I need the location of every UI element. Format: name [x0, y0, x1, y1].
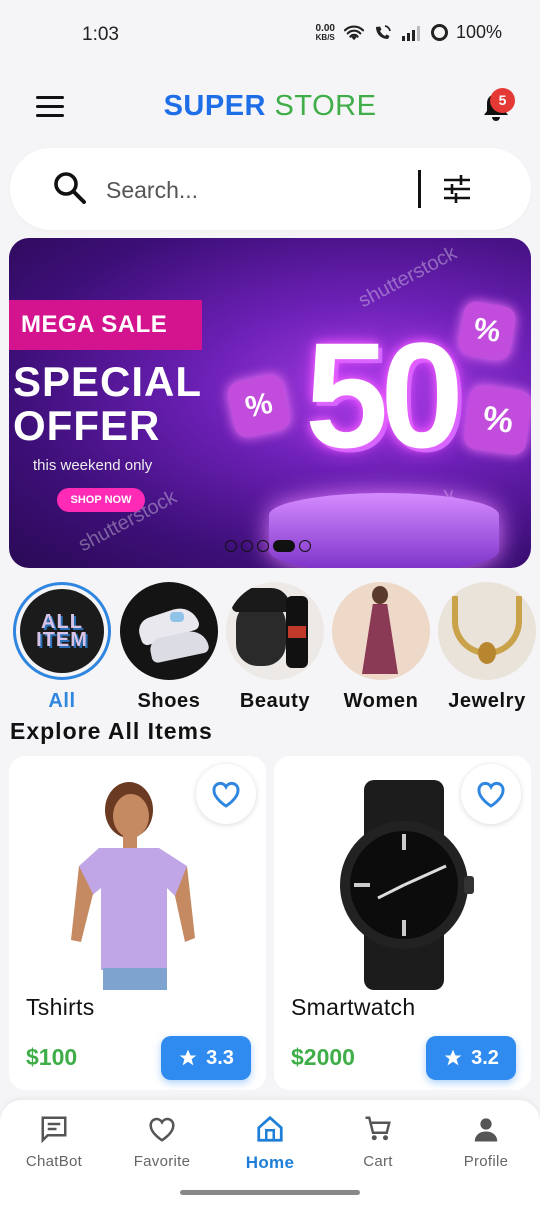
wifi-icon — [343, 25, 365, 40]
banner-subline: this weekend only — [33, 457, 153, 474]
percent-bubble-icon: % — [456, 299, 518, 363]
brand-super: SUPER — [163, 90, 266, 122]
carousel-dot-active[interactable] — [273, 540, 295, 552]
nav-cart[interactable]: Cart — [324, 1114, 432, 1170]
status-icons: 0.00 KB/S 100% — [315, 22, 502, 43]
net-speed-value: 0.00 — [315, 22, 335, 34]
percent-bubble-icon: % — [462, 383, 531, 457]
category-women-image — [332, 582, 430, 680]
banner-tag: MEGA SALE — [9, 300, 202, 350]
search-icon[interactable] — [52, 170, 88, 206]
search-bar — [10, 148, 531, 230]
category-label: Shoes — [137, 690, 201, 712]
cart-icon — [365, 1116, 391, 1141]
category-all[interactable]: ALL ITEM All — [9, 582, 115, 713]
battery-level: 100% — [455, 22, 502, 42]
product-price: $100 — [26, 1044, 78, 1070]
search-input[interactable] — [106, 170, 406, 210]
notification-badge: 5 — [490, 88, 515, 113]
product-rating-value: 3.2 — [471, 1046, 499, 1069]
category-shoes-image — [120, 582, 218, 680]
filter-sliders-icon[interactable] — [442, 174, 472, 204]
heart-outline-icon — [477, 781, 505, 808]
carousel-dot[interactable] — [257, 540, 269, 552]
nav-label: Cart — [363, 1153, 393, 1170]
category-label: Women — [343, 690, 419, 712]
carousel-dot[interactable] — [299, 540, 311, 552]
call-wifi-icon — [375, 24, 391, 39]
category-list: ALL ITEM All Shoes Beauty Women Jewelry — [0, 582, 540, 720]
nav-label: Profile — [463, 1153, 509, 1170]
status-time: 1:03 — [82, 24, 119, 45]
chat-icon — [41, 1116, 67, 1144]
banner-discount-number: 50 — [305, 311, 464, 479]
star-icon — [444, 1049, 462, 1066]
banner-headline-line2: OFFER — [13, 402, 161, 449]
nav-label: Favorite — [133, 1153, 191, 1170]
carousel-dot[interactable] — [241, 540, 253, 552]
category-all-image: ALL ITEM — [13, 582, 111, 680]
banner-shop-now-button[interactable]: SHOP NOW — [57, 488, 145, 512]
product-name: Tshirts — [26, 994, 95, 1020]
heart-icon — [149, 1117, 175, 1142]
heart-outline-icon — [212, 781, 240, 808]
home-icon — [257, 1115, 283, 1142]
carousel-dot[interactable] — [225, 540, 237, 552]
app-brand-title: SUPER STORE — [0, 90, 540, 123]
section-title: Explore All Items — [10, 718, 213, 744]
app-header: SUPER STORE — [0, 78, 540, 138]
product-rating-value: 3.3 — [206, 1046, 234, 1069]
favorite-heart-button[interactable] — [196, 764, 256, 824]
carousel-indicator — [225, 540, 311, 552]
net-speed: 0.00 KB/S — [315, 22, 335, 42]
banner-headline: SPECIAL OFFER — [13, 360, 202, 448]
product-card[interactable]: Tshirts $100 3.3 — [9, 756, 266, 1090]
product-card[interactable]: Smartwatch $2000 3.2 — [274, 756, 531, 1090]
star-icon — [179, 1049, 197, 1066]
category-jewelry[interactable]: Jewelry — [434, 582, 540, 713]
nav-home[interactable]: Home — [216, 1114, 324, 1173]
banner-podium — [269, 493, 499, 568]
battery-icon — [430, 24, 448, 41]
person-icon — [474, 1118, 498, 1142]
banner-watermark: shutterstock — [354, 242, 461, 313]
search-divider — [418, 170, 421, 208]
percent-bubble-icon: % — [225, 372, 293, 440]
nav-profile[interactable]: Profile — [432, 1114, 540, 1170]
nav-label: ChatBot — [25, 1153, 83, 1170]
product-rating-badge: 3.2 — [426, 1036, 516, 1080]
category-beauty[interactable]: Beauty — [222, 582, 328, 713]
brand-store: STORE — [274, 90, 377, 122]
system-home-indicator[interactable] — [180, 1190, 360, 1195]
status-bar: 1:03 0.00 KB/S 100% — [0, 0, 540, 70]
product-name: Smartwatch — [291, 994, 416, 1020]
nav-chatbot[interactable]: ChatBot — [0, 1114, 108, 1170]
net-speed-unit: KB/S — [315, 32, 335, 42]
category-label: Jewelry — [448, 690, 526, 712]
nav-label: Home — [245, 1153, 295, 1172]
favorite-heart-button[interactable] — [461, 764, 521, 824]
nav-favorite[interactable]: Favorite — [108, 1114, 216, 1170]
product-price: $2000 — [291, 1044, 355, 1070]
product-rating-badge: 3.3 — [161, 1036, 251, 1080]
category-label: Beauty — [239, 690, 311, 712]
category-label: All — [48, 690, 76, 712]
banner-headline-line1: SPECIAL — [13, 358, 203, 405]
category-women[interactable]: Women — [328, 582, 434, 713]
signal-icon — [401, 25, 420, 41]
category-jewelry-image — [438, 582, 536, 680]
category-beauty-image — [226, 582, 324, 680]
promo-banner[interactable]: shutterstock shutterstock shutterstock %… — [9, 238, 531, 568]
category-shoes[interactable]: Shoes — [116, 582, 222, 713]
